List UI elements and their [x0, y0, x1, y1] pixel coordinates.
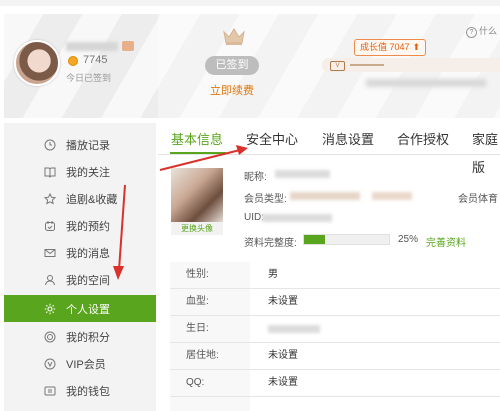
sidebar-item-favorites[interactable]: 追剧&收藏 [4, 185, 156, 212]
uid-value-blurred [262, 214, 332, 222]
book-icon [44, 166, 56, 178]
growth-value-text: 成长值 7047 [360, 42, 410, 52]
completeness-percent: 25% [398, 234, 419, 245]
calendar-icon [44, 220, 56, 232]
sidebar-item-label: 我的关注 [66, 166, 110, 179]
sidebar-item-label: 我的消息 [66, 247, 110, 260]
sidebar-item-label: 追剧&收藏 [66, 193, 118, 206]
question-icon: ? [466, 27, 477, 38]
completeness-fill [304, 235, 326, 244]
info-key: 居住地: [186, 350, 219, 361]
user-avatar[interactable] [14, 40, 60, 86]
info-value: 未设置 [268, 296, 298, 307]
up-arrow-icon: ⬆ [412, 42, 421, 52]
completeness-label: 资料完整度: [244, 238, 297, 249]
mail-icon [44, 247, 56, 259]
coin-icon [68, 56, 78, 66]
signed-today-text: 今日已签到 [66, 73, 112, 83]
sidebar-item-label: 我的钱包 [66, 385, 110, 398]
sidebar-item-reservations[interactable]: 我的预约 [4, 212, 156, 239]
info-key: 生日: [186, 323, 209, 334]
sidebar-item-label: 个人设置 [66, 303, 110, 316]
help-link[interactable]: ? 什么 [466, 24, 497, 38]
signed-button[interactable]: 已签到 [205, 56, 259, 75]
completeness-bar [303, 234, 390, 245]
growth-value-badge: 成长值 7047 ⬆ [354, 39, 427, 56]
growth-info-blurred [366, 79, 486, 87]
member-right-label: 会员体育 [458, 194, 498, 205]
sidebar-item-vip[interactable]: VIP会员 [4, 350, 156, 377]
complete-profile-link[interactable]: 完善资料 [426, 234, 466, 249]
sidebar-item-label: 我的空间 [66, 274, 110, 287]
info-key: 血型: [186, 296, 209, 307]
info-value: 未设置 [268, 377, 298, 388]
clock-icon [44, 139, 56, 151]
sidebar-item-label: VIP会员 [66, 358, 106, 371]
vip-icon [44, 358, 56, 370]
browser-top-strip [0, 0, 500, 6]
nickname-value-blurred [275, 170, 330, 178]
sidebar-item-following[interactable]: 我的关注 [4, 158, 156, 185]
help-text: 什么 [479, 26, 498, 36]
tab-security-center[interactable]: 安全中心 [246, 126, 298, 154]
level-progress-line [350, 64, 384, 66]
tab-message-settings[interactable]: 消息设置 [322, 126, 374, 154]
info-value: 未设置 [268, 350, 298, 361]
points-value: 7745 [83, 54, 108, 66]
settings-tabs: 基本信息 安全中心 消息设置 合作授权 家庭版 [158, 126, 500, 175]
table-row: 居住地: 未设置 [170, 343, 500, 370]
info-value: 男 [268, 269, 278, 280]
sidebar-item-label: 播放记录 [66, 139, 110, 152]
info-key: QQ: [186, 377, 205, 388]
sidebar-item-personal-settings[interactable]: 个人设置 [4, 295, 156, 322]
star-icon [44, 192, 56, 205]
info-key: 性别: [186, 269, 209, 280]
sidebar-item-play-history[interactable]: 播放记录 [4, 131, 156, 158]
table-row: 血型: 未设置 [170, 289, 500, 316]
growth-progress-bar [322, 58, 500, 72]
sidebar-item-label: 我的预约 [66, 220, 110, 233]
growth-progress-fill [322, 58, 500, 72]
member-badge-blurred [372, 192, 412, 200]
crown-icon [223, 28, 245, 45]
gear-icon [44, 303, 56, 315]
wallet-icon [44, 385, 56, 397]
member-type-blurred [290, 192, 360, 200]
user-panel: 7745 今日已签到 [4, 14, 158, 118]
sidebar-item-label: 我的积分 [66, 331, 110, 344]
vip-level-icon [122, 41, 134, 51]
level-badge-icon: V [330, 61, 345, 71]
tab-divider [158, 154, 500, 155]
tab-authorization[interactable]: 合作授权 [397, 126, 449, 154]
birthday-value-blurred [268, 325, 320, 333]
table-row: QQ: 未设置 [170, 370, 500, 397]
sidebar-item-messages[interactable]: 我的消息 [4, 239, 156, 266]
table-row: 生日: [170, 316, 500, 343]
table-row: 性别: 男 [170, 262, 500, 289]
tab-basic-info[interactable]: 基本信息 [171, 126, 223, 154]
person-icon [44, 274, 56, 286]
nickname-blurred [66, 42, 118, 51]
sidebar-item-my-space[interactable]: 我的空间 [4, 266, 156, 293]
nickname-label: 昵称: [244, 172, 267, 183]
member-type-label: 会员类型: [244, 194, 287, 205]
uid-label: UID: [244, 212, 264, 223]
sidebar-item-wallet[interactable]: 我的钱包 [4, 377, 156, 404]
renew-link[interactable]: 立即续费 [210, 82, 254, 98]
coin-icon [44, 331, 56, 343]
profile-avatar [171, 168, 223, 222]
change-avatar-link[interactable]: 更换头像 [171, 222, 223, 235]
sidebar-nav: 播放记录 我的关注 追剧&收藏 我的预约 我的消息 我的空间 个人设置 我的积分… [4, 123, 156, 411]
sidebar-item-points[interactable]: 我的积分 [4, 323, 156, 350]
